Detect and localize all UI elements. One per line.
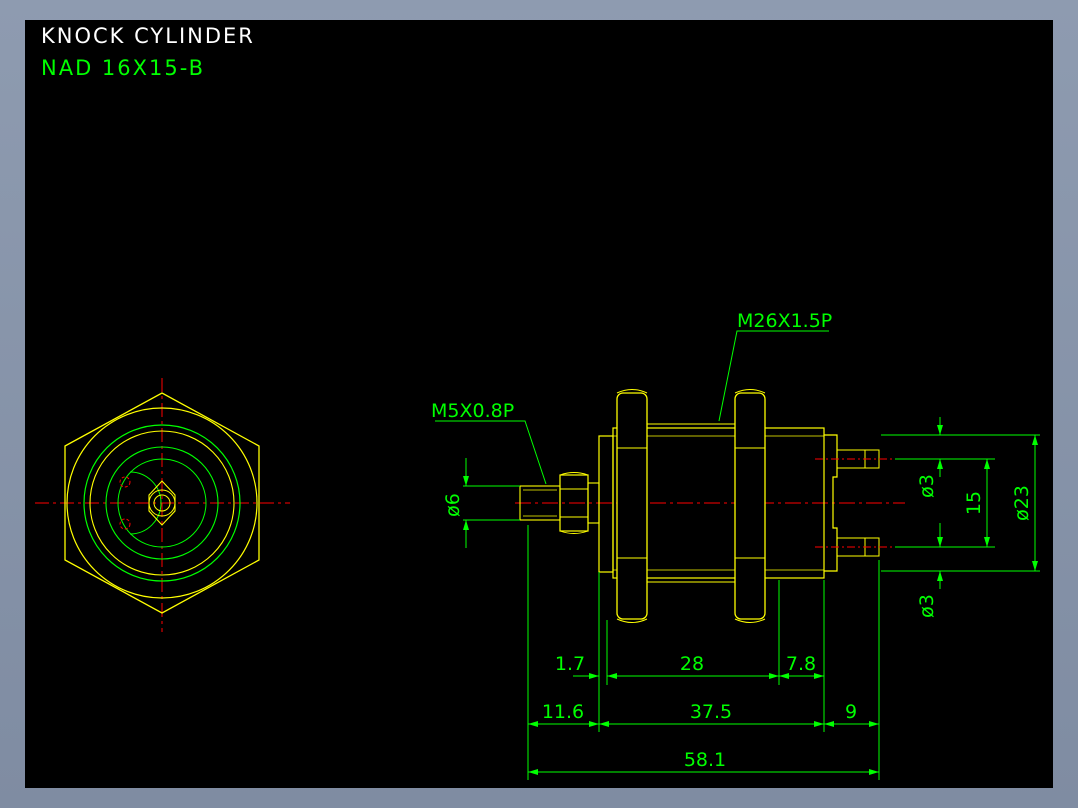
dim-9: 9 [845,701,857,723]
dim-28: 28 [680,653,704,675]
port-diameter-bottom-label: ø3 [916,594,938,618]
dim-11-6: 11.6 [542,701,584,723]
cad-viewport[interactable]: KNOCK CYLINDER NAD 16X15-B M26X1.5P M5X0… [25,20,1053,788]
port-fitting-top [815,449,905,469]
dim-7-8: 7.8 [786,653,816,675]
port-diameter-top-label: ø3 [916,474,938,498]
technical-drawing: M26X1.5P M5X0.8P ø6 ø3 ø3 15 ø23 1.7 28 … [35,310,1040,780]
dim-58-1: 58.1 [684,749,726,771]
dim-37-5: 37.5 [690,701,732,723]
side-view [515,389,905,623]
mounting-nut-front [616,389,648,623]
rod-diameter-label: ø6 [442,493,464,517]
body-front-shoulder [598,435,614,573]
body-diameter-label: ø23 [1011,485,1033,521]
dim-1-7: 1.7 [555,653,585,675]
port-pitch-label: 15 [963,491,985,515]
end-view [35,378,290,632]
body-thread-callout: M26X1.5P [737,310,832,332]
port-fitting-bottom [815,537,905,557]
rod-thread-callout: M5X0.8P [431,400,514,422]
mounting-nut-rear [734,389,766,623]
